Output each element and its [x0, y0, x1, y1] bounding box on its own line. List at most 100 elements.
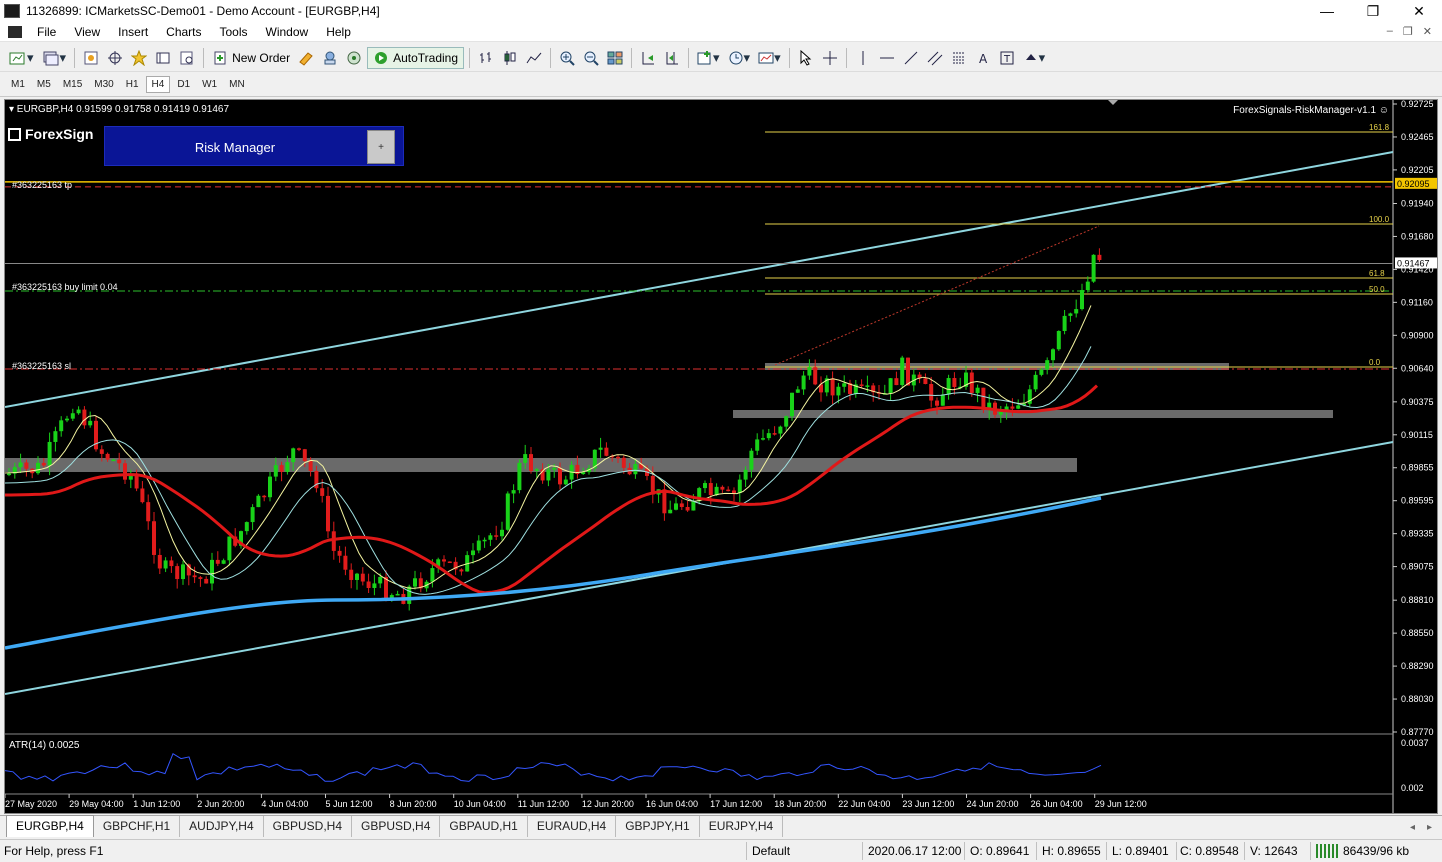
timeframe-mn[interactable]: MN	[224, 77, 250, 92]
candle-body	[488, 535, 493, 540]
vps-icon[interactable]	[343, 47, 365, 69]
candle-body	[975, 387, 980, 393]
candle-body	[801, 375, 806, 390]
candle-body	[7, 473, 11, 476]
bar-chart-icon[interactable]	[475, 47, 497, 69]
market-watch-icon[interactable]	[80, 47, 102, 69]
mdi-minimize-button[interactable]: –	[1387, 25, 1393, 38]
candle-body	[181, 564, 185, 580]
candle-body	[99, 449, 104, 454]
tab-scroll-right-icon[interactable]: ▸	[1427, 822, 1432, 833]
candle-body	[175, 566, 180, 580]
candle-body	[732, 490, 736, 494]
candle-body	[743, 469, 748, 480]
candle-body	[1068, 313, 1073, 316]
menu-charts[interactable]: Charts	[157, 25, 210, 39]
menu-file[interactable]: File	[28, 25, 65, 39]
price-chart[interactable]: 0.92725 0.92465 0.92205 0.91940 0.91680 0.914…	[5, 100, 1438, 814]
timeframe-m15[interactable]: M15	[58, 77, 87, 92]
chart-tab[interactable]: GBPCHF,H1	[94, 816, 181, 837]
zoom-in-icon[interactable]	[556, 47, 578, 69]
periods-icon[interactable]: ▾	[725, 47, 754, 69]
risk-manager-title[interactable]: Risk Manager	[105, 127, 365, 167]
timeframe-h4[interactable]: H4	[145, 76, 171, 93]
status-help: For Help, press F1	[4, 844, 104, 858]
arrows-icon[interactable]: ▾	[1020, 47, 1049, 69]
candle-body	[117, 459, 122, 464]
mdi-restore-button[interactable]: ❐	[1403, 25, 1413, 38]
menu-window[interactable]: Window	[257, 25, 318, 39]
candle-body	[163, 560, 168, 569]
candle-body	[169, 560, 174, 567]
crosshair-icon[interactable]	[819, 47, 841, 69]
trendline-icon[interactable]	[900, 47, 922, 69]
horizontal-line-icon[interactable]	[876, 47, 898, 69]
chart-tab[interactable]: EURJPY,H4	[700, 816, 784, 837]
timeframe-w1[interactable]: W1	[197, 77, 222, 92]
cursor-icon[interactable]	[795, 47, 817, 69]
timeframe-m30[interactable]: M30	[89, 77, 118, 92]
indicators-icon[interactable]: ▾	[694, 47, 723, 69]
line-chart-icon[interactable]	[523, 47, 545, 69]
menu-view[interactable]: View	[65, 25, 109, 39]
text-label-icon[interactable]: T	[996, 47, 1018, 69]
close-button[interactable]: ✕	[1396, 0, 1442, 22]
timeframe-h1[interactable]: H1	[121, 77, 144, 92]
chart-tab[interactable]: GBPAUD,H1	[440, 816, 528, 837]
menu-help[interactable]: Help	[317, 25, 360, 39]
text-icon[interactable]: A	[972, 47, 994, 69]
chart-tab[interactable]: GBPJPY,H1	[616, 816, 700, 837]
menu-tools[interactable]: Tools	[211, 25, 257, 39]
templates-icon[interactable]: ▾	[755, 47, 784, 69]
timeframe-m1[interactable]: M1	[6, 77, 30, 92]
candle-body	[76, 409, 81, 414]
chart-tab[interactable]: EURGBP,H4	[6, 815, 94, 837]
menu-insert[interactable]: Insert	[109, 25, 157, 39]
candle-body	[337, 550, 342, 556]
candle-body	[563, 479, 568, 485]
current-price-label: 0.91467	[1397, 258, 1430, 268]
candle-body	[813, 367, 818, 385]
strategy-tester-icon[interactable]	[176, 47, 198, 69]
candle-body	[273, 465, 278, 477]
signals-icon[interactable]	[319, 47, 341, 69]
candle-body	[859, 384, 864, 386]
terminal-icon[interactable]	[152, 47, 174, 69]
timeframe-d1[interactable]: D1	[172, 77, 195, 92]
vertical-line-icon[interactable]	[852, 47, 874, 69]
navigator-icon[interactable]	[128, 47, 150, 69]
risk-manager-panel[interactable]: Risk Manager +	[104, 126, 404, 166]
candle-body	[981, 387, 986, 410]
candle-body	[285, 462, 290, 472]
candle-body	[256, 495, 261, 508]
tab-scroll-left-icon[interactable]: ◂	[1410, 822, 1415, 833]
candle-body	[546, 469, 551, 481]
status-volume: V: 12643	[1250, 844, 1298, 858]
risk-manager-expand-button[interactable]: +	[367, 130, 395, 164]
candlestick-chart-icon[interactable]	[499, 47, 521, 69]
chart-window-icon[interactable]	[8, 25, 22, 38]
tile-windows-icon[interactable]	[604, 47, 626, 69]
fibonacci-icon[interactable]	[948, 47, 970, 69]
new-order-button[interactable]: New Order	[209, 47, 293, 69]
chart-tab[interactable]: EURAUD,H4	[528, 816, 617, 837]
time-axis-label: 23 Jun 12:00	[902, 799, 954, 809]
candle-body	[262, 495, 267, 498]
equidistant-channel-icon[interactable]	[924, 47, 946, 69]
profiles-icon[interactable]: ▾	[39, 47, 70, 69]
chart-tab[interactable]: GBPUSD,H4	[352, 816, 441, 837]
minimize-button[interactable]: —	[1304, 0, 1350, 22]
auto-scroll-icon[interactable]	[637, 47, 659, 69]
chart-shift-icon[interactable]	[661, 47, 683, 69]
restore-button[interactable]: ❐	[1350, 0, 1396, 22]
data-window-icon[interactable]	[104, 47, 126, 69]
chart-tab[interactable]: GBPUSD,H4	[264, 816, 353, 837]
autotrading-button[interactable]: AutoTrading	[367, 46, 465, 69]
zoom-out-icon[interactable]	[580, 47, 602, 69]
mdi-close-button[interactable]: ✕	[1423, 25, 1432, 38]
chart-window[interactable]: 0.92725 0.92465 0.92205 0.91940 0.91680 0.914…	[4, 99, 1438, 814]
timeframe-m5[interactable]: M5	[32, 77, 56, 92]
chart-tab[interactable]: AUDJPY,H4	[180, 816, 264, 837]
new-chart-icon[interactable]: ▾	[6, 47, 37, 69]
metaeditor-icon[interactable]	[295, 47, 317, 69]
